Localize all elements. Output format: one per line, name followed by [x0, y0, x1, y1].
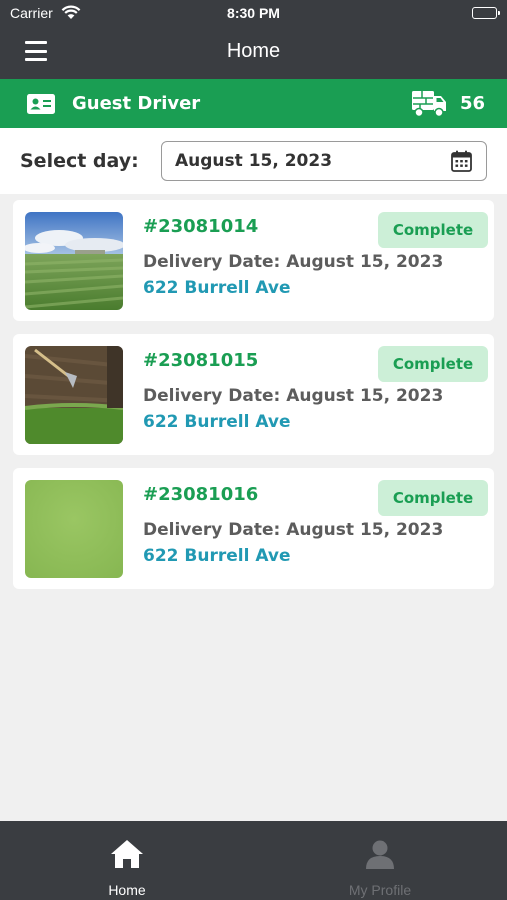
driver-name: Guest Driver — [72, 93, 201, 114]
order-number: #23081014 — [143, 216, 259, 237]
app-header: Carrier 8:30 PM Home — [0, 0, 507, 79]
delivery-count: 56 — [460, 93, 486, 114]
date-picker-field[interactable]: August 15, 2023 — [161, 141, 487, 181]
bottom-tab-bar: Home My Profile — [0, 821, 507, 900]
tab-label: My Profile — [348, 882, 412, 898]
home-icon — [47, 839, 207, 869]
status-badge: Complete — [378, 212, 488, 248]
select-day-label: Select day: — [20, 150, 139, 172]
delivery-address[interactable]: 622 Burrell Ave — [143, 546, 291, 566]
truck-icon — [410, 90, 448, 122]
tab-my-profile[interactable]: My Profile — [300, 821, 460, 900]
status-badge: Complete — [378, 346, 488, 382]
order-card[interactable]: #23081016 Complete Delivery Date: August… — [13, 468, 494, 589]
delivery-address[interactable]: 622 Burrell Ave — [143, 278, 291, 298]
order-thumbnail — [25, 480, 123, 578]
order-number: #23081016 — [143, 484, 259, 505]
order-card[interactable]: #23081015 Complete Delivery Date: August… — [13, 334, 494, 455]
tab-label: Home — [108, 882, 146, 898]
delivery-address[interactable]: 622 Burrell Ave — [143, 412, 291, 432]
order-card[interactable]: #23081014 Complete Delivery Date: August… — [13, 200, 494, 321]
status-badge: Complete — [378, 480, 488, 516]
order-thumbnail — [25, 212, 123, 310]
delivery-date: Delivery Date: August 15, 2023 — [143, 520, 444, 540]
status-bar: Carrier 8:30 PM — [0, 0, 507, 28]
driver-bar: Guest Driver 56 — [0, 79, 507, 128]
status-time: 8:30 PM — [227, 5, 280, 21]
delivery-date: Delivery Date: August 15, 2023 — [143, 386, 444, 406]
id-card-icon — [27, 94, 55, 118]
page-title: Home — [226, 40, 281, 62]
order-thumbnail — [25, 346, 123, 444]
tab-home[interactable]: Home — [47, 821, 207, 900]
order-number: #23081015 — [143, 350, 259, 371]
battery-icon — [472, 7, 500, 19]
selected-date: August 15, 2023 — [175, 151, 333, 171]
day-selector: Select day: August 15, 2023 — [0, 128, 507, 194]
calendar-icon[interactable] — [451, 150, 472, 176]
delivery-date: Delivery Date: August 15, 2023 — [143, 252, 444, 272]
profile-icon — [300, 839, 460, 869]
